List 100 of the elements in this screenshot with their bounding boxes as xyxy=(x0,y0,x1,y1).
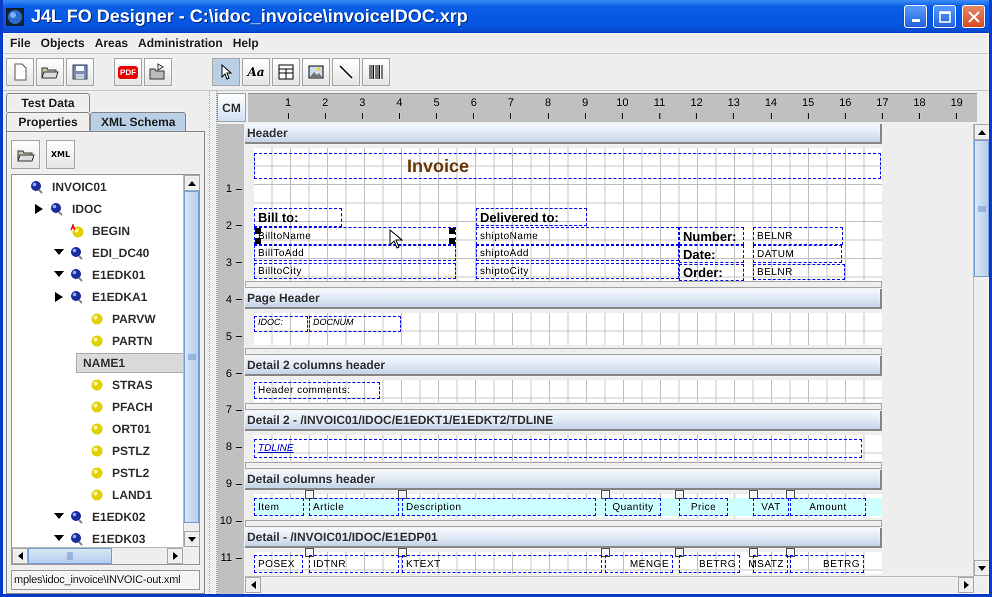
tree-item[interactable]: E1EDK02 xyxy=(86,508,150,526)
report-label[interactable]: Bill to: xyxy=(254,208,342,227)
close-button[interactable] xyxy=(962,5,985,28)
column-handle[interactable] xyxy=(305,490,314,499)
collapse-arrow-icon[interactable] xyxy=(54,249,64,257)
report-field[interactable]: BELNR xyxy=(753,227,843,245)
report-title[interactable]: Invoice xyxy=(254,153,881,179)
report-field[interactable]: BETRG xyxy=(679,555,740,573)
report-label[interactable]: Number: xyxy=(679,227,744,245)
maximize-button[interactable] xyxy=(933,5,956,28)
menu-item[interactable]: Help xyxy=(228,36,264,50)
report-label[interactable]: Date: xyxy=(679,245,744,263)
tree-item[interactable]: LAND1 xyxy=(106,486,156,504)
column-header[interactable]: VAT xyxy=(753,498,789,516)
image-tool[interactable] xyxy=(302,58,330,86)
tree-item[interactable]: NAME1 xyxy=(76,353,183,373)
tree-item[interactable]: EDI_DC40 xyxy=(86,244,154,262)
band-header[interactable]: Detail 2 columns header xyxy=(245,356,882,376)
line-tool[interactable] xyxy=(332,58,360,86)
tree-item[interactable]: STRAS xyxy=(106,376,157,394)
report-field[interactable]: BillToAdd xyxy=(254,245,456,261)
select-tool[interactable] xyxy=(212,58,240,86)
pdf-button[interactable]: PDF xyxy=(114,58,142,86)
band-header[interactable]: Page Header xyxy=(245,289,882,309)
tree-item[interactable]: BEGIN xyxy=(86,222,134,240)
column-handle[interactable] xyxy=(305,548,314,557)
tree-item[interactable]: PARTN xyxy=(106,332,156,350)
tree-item[interactable]: PFACH xyxy=(106,398,157,416)
menu-item[interactable]: File xyxy=(5,36,36,50)
open-button[interactable] xyxy=(36,58,64,86)
panel-tab[interactable]: XML Schema xyxy=(90,112,186,131)
column-handle[interactable] xyxy=(786,490,795,499)
tree-item[interactable]: ORT01 xyxy=(106,420,155,438)
column-handle[interactable] xyxy=(601,548,610,557)
scroll-right-button[interactable] xyxy=(167,548,183,564)
expand-arrow-icon[interactable] xyxy=(55,292,63,302)
panel-tab[interactable]: Test Data xyxy=(6,93,90,112)
save-button[interactable] xyxy=(66,58,94,86)
minimize-button[interactable] xyxy=(904,5,927,28)
scroll-down-button[interactable] xyxy=(974,560,989,576)
menu-item[interactable]: Areas xyxy=(90,36,134,50)
column-header[interactable]: Price xyxy=(679,498,728,516)
column-header[interactable]: Article xyxy=(309,498,399,516)
report-label[interactable]: Delivered to: xyxy=(476,208,587,226)
horizontal-scrollbar[interactable] xyxy=(12,547,183,564)
tree-item[interactable]: INVOIC01 xyxy=(46,178,111,196)
tree-item[interactable]: E1EDKA1 xyxy=(86,288,152,306)
band-header[interactable]: Detail - /INVOIC01/IDOC/E1EDP01 xyxy=(245,528,882,548)
collapse-arrow-icon[interactable] xyxy=(54,513,64,521)
scroll-up-button[interactable] xyxy=(184,175,200,191)
report-field[interactable]: DATUM xyxy=(753,245,842,263)
report-field[interactable]: shiptoAdd xyxy=(476,245,679,261)
column-handle[interactable] xyxy=(749,490,758,499)
band-header[interactable]: Detail 2 - /INVOIC01/IDOC/E1EDKT1/E1EDKT2/TDLINE xyxy=(245,411,882,431)
column-header[interactable]: Amount xyxy=(790,498,866,516)
column-header[interactable]: Quantity xyxy=(605,498,661,516)
menu-item[interactable]: Administration xyxy=(133,36,228,50)
column-handle[interactable] xyxy=(398,548,407,557)
tree-item[interactable]: E1EDK03 xyxy=(86,530,150,547)
report-field[interactable]: shiptoName xyxy=(476,227,679,245)
text-tool[interactable]: Aa xyxy=(242,58,270,86)
tree-item[interactable]: PSTL2 xyxy=(106,464,154,482)
column-handle[interactable] xyxy=(675,548,684,557)
vertical-scrollbar[interactable] xyxy=(973,124,989,576)
report-field[interactable]: POSEX xyxy=(254,555,303,573)
scroll-up-button[interactable] xyxy=(974,124,989,140)
collapse-arrow-icon[interactable] xyxy=(54,271,64,279)
file-path-field[interactable]: mples\idoc_invoice\INVOIC-out.xml xyxy=(11,570,200,590)
report-field[interactable]: KTEXT xyxy=(402,555,602,573)
tree-item[interactable]: IDOC xyxy=(66,200,106,218)
band-header[interactable]: Detail columns header xyxy=(245,470,882,490)
open-button[interactable] xyxy=(11,140,40,169)
column-handle[interactable] xyxy=(601,490,610,499)
table-tool[interactable] xyxy=(272,58,300,86)
xml-button[interactable]: XML xyxy=(46,140,75,169)
barcode-tool[interactable] xyxy=(362,58,390,86)
report-field[interactable]: BELNR xyxy=(753,264,845,280)
horizontal-scrollbar[interactable] xyxy=(245,576,974,594)
report-field[interactable]: IDOC: xyxy=(254,316,308,332)
report-field[interactable]: DOCNUM xyxy=(309,316,401,332)
tree-item[interactable]: PSTLZ xyxy=(106,442,154,460)
column-handle[interactable] xyxy=(749,548,758,557)
scroll-down-button[interactable] xyxy=(184,531,200,547)
tree-item[interactable]: PARVW xyxy=(106,310,160,328)
expand-arrow-icon[interactable] xyxy=(35,204,43,214)
report-field[interactable]: IDTNR xyxy=(309,555,399,573)
report-field[interactable]: MENGE xyxy=(605,555,673,573)
report-field[interactable]: BETRG xyxy=(790,555,864,573)
vertical-scrollbar[interactable] xyxy=(183,175,199,547)
export-button[interactable] xyxy=(144,58,172,86)
band-header[interactable]: Header xyxy=(245,124,882,144)
panel-tab[interactable]: Properties xyxy=(6,112,90,131)
report-field[interactable]: TDLINE xyxy=(254,439,862,458)
scroll-left-button[interactable] xyxy=(245,577,261,593)
column-handle[interactable] xyxy=(786,548,795,557)
scroll-right-button[interactable] xyxy=(958,577,974,593)
column-header[interactable]: Item xyxy=(254,498,304,516)
tree-item[interactable]: E1EDK01 xyxy=(86,266,150,284)
new-button[interactable] xyxy=(6,58,34,86)
scroll-left-button[interactable] xyxy=(12,548,28,564)
